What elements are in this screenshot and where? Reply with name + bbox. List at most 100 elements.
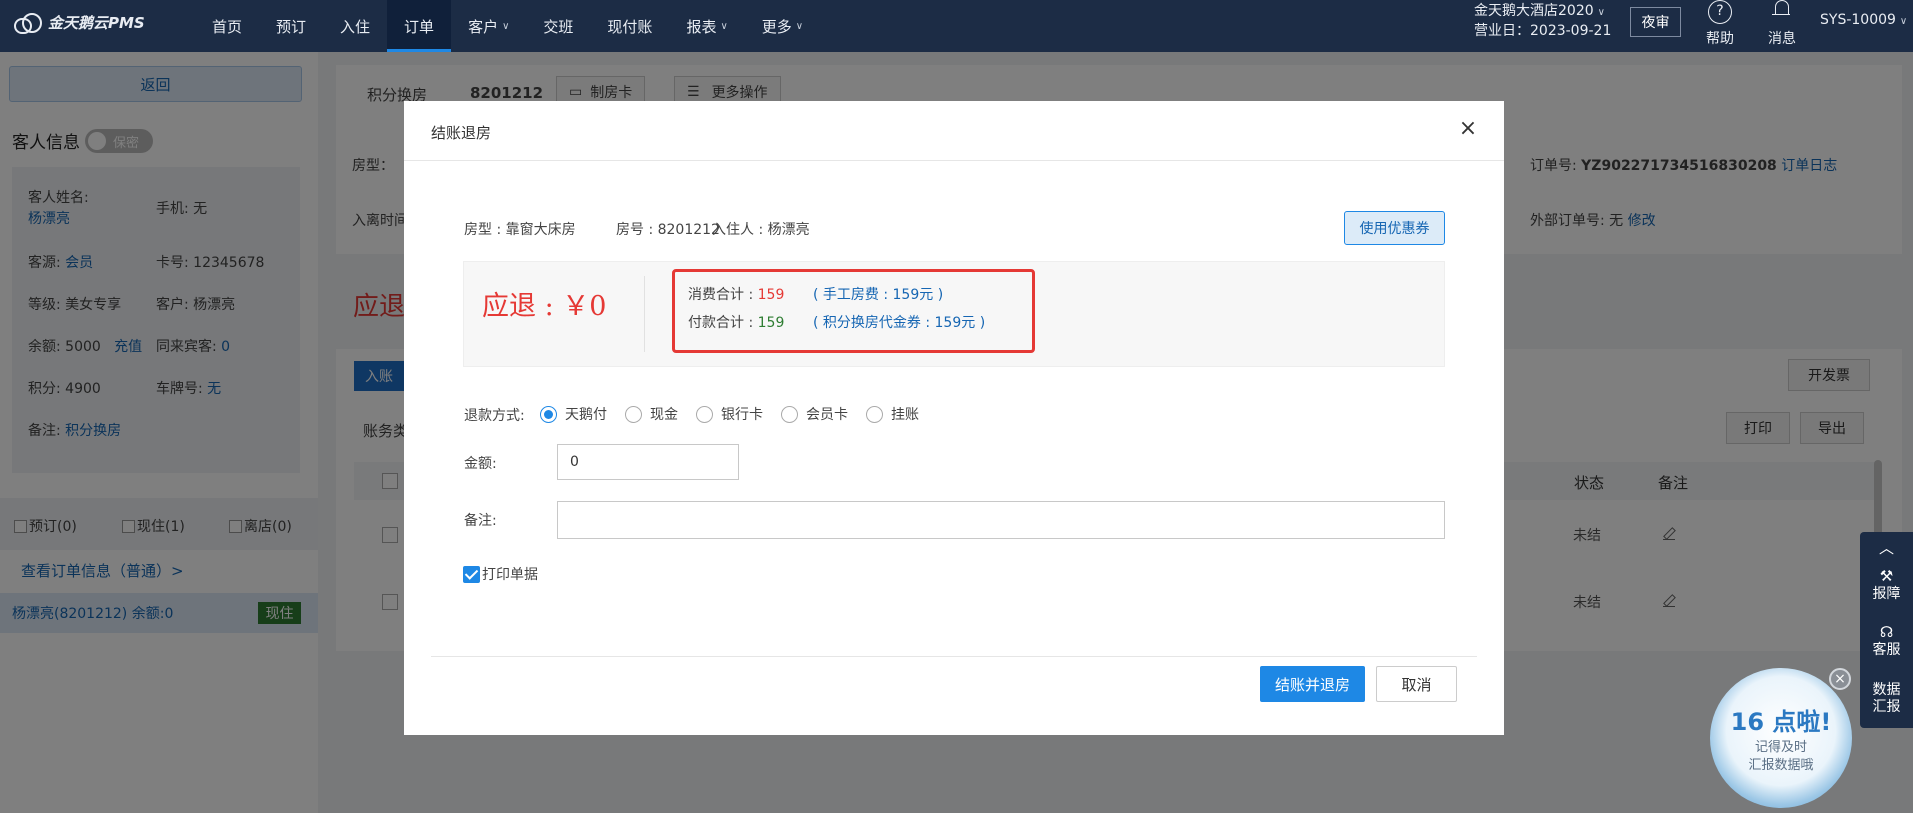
nav-label: 现付账 (607, 17, 653, 36)
cloud-icon (12, 12, 42, 34)
payment-value: 159 (757, 315, 785, 331)
refund-method-group: 天鹅付 现金 银行卡 会员卡 挂账 (540, 404, 937, 424)
night-audit-button[interactable]: 夜审 (1630, 7, 1681, 37)
print-receipt-checkbox[interactable]: 打印单据 (463, 564, 538, 584)
radio-on-account[interactable]: 挂账 (866, 404, 919, 424)
nav-cash-account[interactable]: 现付账 (590, 0, 669, 52)
radio-dot[interactable] (625, 405, 642, 423)
nav-reports[interactable]: 报表 ∨ (669, 0, 744, 52)
modal-header: 结账退房 × (404, 101, 1504, 161)
business-date: 营业日：2023-09-21 (1474, 23, 1612, 39)
consume-detail: ( 手工房费 : 159元 ) (813, 287, 944, 303)
room-number: 房号 : 8201212 (616, 222, 720, 238)
consume-label: 消费合计 : (688, 287, 758, 303)
radio-dot[interactable] (696, 405, 713, 423)
top-nav: 金天鹅云PMS 首页 预订 入住 订单 客户 ∨ 交班 现付账 报表 ∨ 更多 ∨ 金… (0, 0, 1913, 52)
data-report-label: 数据汇报 (1872, 682, 1901, 715)
payment-label: 付款合计 : (688, 315, 758, 331)
modal-title: 结账退房 (431, 124, 492, 142)
radio-dot[interactable] (866, 405, 883, 423)
occupant: 入住人 : 杨漂亮 (712, 222, 810, 238)
nav-shift[interactable]: 交班 (526, 0, 590, 52)
hotel-name: 金天鹅大酒店2020 (1474, 3, 1594, 19)
nav-label: 预订 (276, 17, 307, 36)
radio-dot[interactable] (540, 405, 557, 423)
right-tool-panel: ︿ ⚒ 报障 ☊ 客服 数据汇报 (1860, 532, 1913, 728)
bell-icon (1770, 0, 1794, 24)
nav-label: 交班 (543, 17, 574, 36)
report-label: 报障 (1872, 586, 1901, 602)
messages-button[interactable]: 消息 (1762, 0, 1802, 48)
collapse-button[interactable]: ︿ (1860, 540, 1913, 558)
main-menu: 首页 预订 入住 订单 客户 ∨ 交班 现付账 报表 ∨ 更多 ∨ (195, 0, 820, 52)
nav-label: 订单 (404, 17, 435, 36)
user-name: SYS-10009 (1820, 12, 1896, 28)
radio-bank-card[interactable]: 银行卡 (696, 404, 763, 424)
promo-bubble[interactable]: 16 点啦! 记得及时 汇报数据哦 (1710, 668, 1852, 808)
service-label: 客服 (1872, 642, 1901, 658)
messages-label: 消息 (1768, 31, 1796, 47)
promo-title: 16 点啦! (1730, 708, 1832, 736)
consume-total: 消费合计 : 159 (688, 284, 784, 304)
nav-checkin[interactable]: 入住 (323, 0, 387, 52)
promo-line1: 记得及时 (1754, 740, 1807, 755)
chevron-up-icon: ︿ (1878, 539, 1894, 557)
print-receipt-label: 打印单据 (482, 567, 538, 583)
radio-label: 现金 (650, 407, 678, 423)
chevron-down-icon: ∨ (502, 20, 510, 32)
nav-label: 报表 (686, 17, 717, 36)
cancel-button[interactable]: 取消 (1376, 666, 1457, 702)
divider (644, 276, 645, 352)
radio-tianepay[interactable]: 天鹅付 (540, 404, 607, 424)
customer-service-button[interactable]: ☊ 客服 (1860, 624, 1913, 659)
payment-detail: ( 积分换房代金券 : 159元 ) (813, 315, 986, 331)
consume-value: 159 (757, 287, 785, 303)
payment-total: 付款合计 : 159 (688, 312, 784, 332)
footer-divider (431, 656, 1477, 657)
room-type: 房型 : 靠窗大床房 (464, 222, 576, 238)
nav-customers[interactable]: 客户 ∨ (451, 0, 526, 52)
nav-label: 更多 (761, 17, 792, 36)
question-icon: ? (1708, 0, 1732, 24)
brand-name: 金天鹅云PMS (48, 13, 145, 32)
headset-icon: ☊ (1879, 623, 1894, 641)
help-button[interactable]: ? 帮助 (1700, 0, 1740, 48)
nav-label: 首页 (212, 17, 243, 36)
data-report-button[interactable]: 数据汇报 (1860, 682, 1913, 716)
use-coupon-button[interactable]: 使用优惠券 (1344, 211, 1445, 245)
radio-dot[interactable] (781, 405, 798, 423)
remark-label: 备注: (464, 513, 497, 529)
refund-amount: 应退 : ￥0 (482, 291, 607, 322)
radio-label: 会员卡 (806, 407, 848, 423)
nav-booking[interactable]: 预订 (259, 0, 323, 52)
totals-highlight: 消费合计 : 159 ( 手工房费 : 159元 ) 付款合计 : 159 ( … (672, 269, 1035, 353)
radio-label: 天鹅付 (565, 407, 607, 423)
promo-close-icon[interactable]: × (1829, 668, 1851, 690)
nav-home[interactable]: 首页 (195, 0, 259, 52)
chevron-down-icon: ∨ (795, 20, 804, 32)
chevron-down-icon: ∨ (1899, 16, 1908, 27)
radio-label: 挂账 (891, 407, 919, 423)
nav-label: 入住 (340, 17, 371, 36)
remark-input[interactable] (557, 501, 1445, 539)
hotel-selector[interactable]: 金天鹅大酒店2020 ∨ 营业日：2023-09-21 (1474, 2, 1611, 41)
nav-label: 客户 (468, 17, 499, 36)
refund-method-label: 退款方式: (464, 408, 525, 424)
nav-more[interactable]: 更多 ∨ (745, 0, 820, 52)
brand-logo[interactable]: 金天鹅云PMS (12, 10, 145, 34)
checkbox-checked[interactable] (463, 565, 480, 583)
checkout-modal: 结账退房 × 房型 : 靠窗大床房 房号 : 8201212 入住人 : 杨漂亮… (404, 101, 1504, 735)
close-icon[interactable]: × (1456, 117, 1480, 141)
report-issue-button[interactable]: ⚒ 报障 (1860, 568, 1913, 603)
radio-label: 银行卡 (721, 407, 763, 423)
chevron-down-icon: ∨ (1597, 7, 1605, 18)
checkout-confirm-button[interactable]: 结账并退房 (1260, 666, 1365, 702)
amount-input[interactable] (557, 444, 739, 480)
user-menu[interactable]: SYS-10009 ∨ (1820, 12, 1907, 28)
amount-label: 金额: (464, 456, 497, 472)
radio-cash[interactable]: 现金 (625, 404, 678, 424)
nav-orders[interactable]: 订单 (387, 0, 452, 52)
help-label: 帮助 (1706, 31, 1734, 47)
radio-member-card[interactable]: 会员卡 (781, 404, 848, 424)
chevron-down-icon: ∨ (720, 20, 728, 32)
